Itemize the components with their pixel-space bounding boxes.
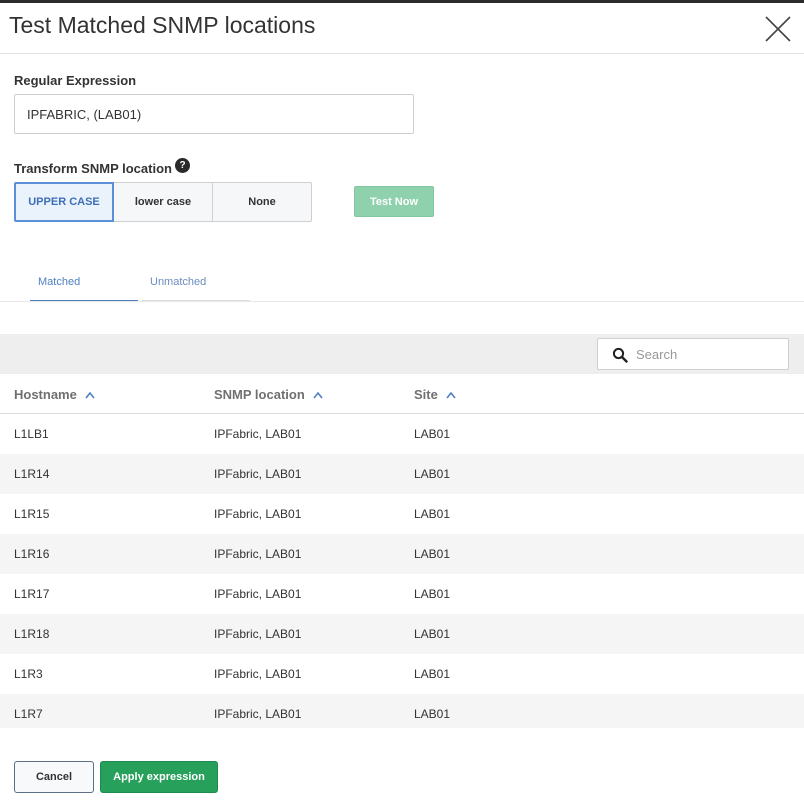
transform-option-lower-case[interactable]: lower case	[113, 182, 213, 222]
cell-site: LAB01	[414, 467, 451, 481]
transform-label: Transform SNMP location	[14, 161, 172, 176]
column-header-snmp-location[interactable]: SNMP location	[214, 387, 323, 402]
apply-expression-button[interactable]: Apply expression	[100, 761, 218, 793]
transform-segmented-control: UPPER CASE lower case None	[14, 182, 314, 222]
search-box	[597, 338, 789, 370]
cell-hostname: L1R17	[14, 587, 50, 601]
table-row[interactable]: L1R3 IPFabric, LAB01 LAB01	[0, 654, 804, 694]
cell-snmp-location: IPFabric, LAB01	[214, 627, 302, 641]
cell-hostname: L1R16	[14, 547, 50, 561]
table-row[interactable]: L1R18 IPFabric, LAB01 LAB01	[0, 614, 804, 654]
help-icon[interactable]: ?	[175, 158, 190, 173]
cell-site: LAB01	[414, 507, 451, 521]
cell-snmp-location: IPFabric, LAB01	[214, 467, 302, 481]
tabs-divider	[0, 301, 804, 302]
sort-ascending-icon	[313, 391, 323, 398]
cancel-button[interactable]: Cancel	[14, 761, 94, 793]
cell-hostname: L1R3	[14, 667, 43, 681]
table-toolbar	[0, 334, 804, 374]
cell-site: LAB01	[414, 667, 451, 681]
cell-site: LAB01	[414, 707, 451, 721]
sort-ascending-icon	[85, 391, 95, 398]
cell-site: LAB01	[414, 627, 451, 641]
table-row[interactable]: L1R14 IPFabric, LAB01 LAB01	[0, 454, 804, 494]
close-button[interactable]	[764, 15, 792, 43]
cell-site: LAB01	[414, 427, 451, 441]
transform-option-none[interactable]: None	[212, 182, 312, 222]
regex-label: Regular Expression	[14, 73, 137, 88]
cell-snmp-location: IPFabric, LAB01	[214, 547, 302, 561]
column-header-label: SNMP location	[214, 387, 305, 402]
transform-option-upper-case[interactable]: UPPER CASE	[14, 182, 114, 222]
tab-matched[interactable]: Matched	[30, 276, 138, 302]
test-now-button[interactable]: Test Now	[354, 186, 434, 217]
table-header: Hostname SNMP location Site	[0, 374, 804, 414]
table-row[interactable]: L1R15 IPFabric, LAB01 LAB01	[0, 494, 804, 534]
cell-snmp-location: IPFabric, LAB01	[214, 427, 302, 441]
cell-site: LAB01	[414, 547, 451, 561]
tab-unmatched[interactable]: Unmatched	[142, 276, 250, 302]
dialog-title: Test Matched SNMP locations	[9, 12, 316, 38]
table-row[interactable]: L1R7 IPFabric, LAB01 LAB01	[0, 694, 804, 728]
table-row[interactable]: L1LB1 IPFabric, LAB01 LAB01	[0, 414, 804, 454]
cell-snmp-location: IPFabric, LAB01	[214, 587, 302, 601]
column-header-hostname[interactable]: Hostname	[14, 387, 95, 402]
cell-hostname: L1R15	[14, 507, 50, 521]
cell-snmp-location: IPFabric, LAB01	[214, 707, 302, 721]
table-row[interactable]: L1R17 IPFabric, LAB01 LAB01	[0, 574, 804, 614]
regex-input[interactable]	[14, 94, 414, 134]
cell-hostname: L1R18	[14, 627, 50, 641]
search-icon	[612, 347, 628, 363]
cell-snmp-location: IPFabric, LAB01	[214, 507, 302, 521]
column-header-label: Hostname	[14, 387, 77, 402]
table-body: L1LB1 IPFabric, LAB01 LAB01 L1R14 IPFabr…	[0, 414, 804, 728]
cell-snmp-location: IPFabric, LAB01	[214, 667, 302, 681]
column-header-site[interactable]: Site	[414, 387, 456, 402]
sort-ascending-icon	[446, 391, 456, 398]
table-row[interactable]: L1R16 IPFabric, LAB01 LAB01	[0, 534, 804, 574]
dialog-header: Test Matched SNMP locations	[0, 3, 804, 54]
cell-hostname: L1R7	[14, 707, 43, 721]
search-input[interactable]	[636, 339, 784, 369]
column-header-label: Site	[414, 387, 438, 402]
close-icon	[765, 16, 791, 42]
cell-hostname: L1R14	[14, 467, 50, 481]
cell-site: LAB01	[414, 587, 451, 601]
cell-hostname: L1LB1	[14, 427, 49, 441]
